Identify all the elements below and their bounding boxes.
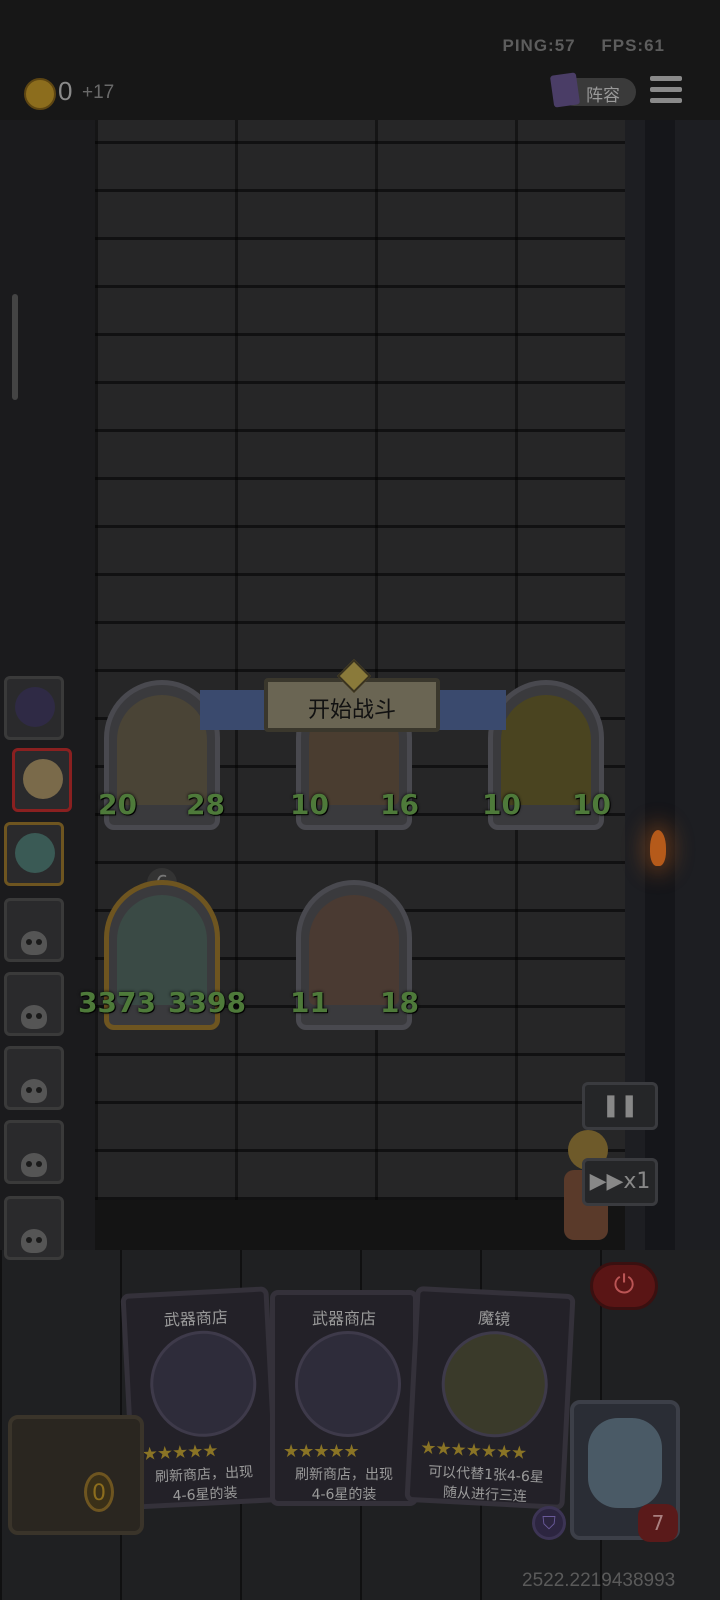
enemy-unit-1-health: 28: [186, 788, 225, 821]
network-status: PING:57 FPS:61: [482, 36, 665, 56]
shop-card-image: [439, 1328, 551, 1440]
shop-card-description: 刷新商店，出现 4-6星的装: [154, 1464, 254, 1505]
shop-card-3[interactable]: 魔镜 ★★★★★★★ 可以代替1张4-6星 随从进行三连: [404, 1285, 576, 1511]
shop-card-title: 武器商店: [163, 1307, 229, 1330]
speed-button[interactable]: ▶▶x1: [582, 1158, 658, 1206]
roster-item-opponent-7[interactable]: [4, 1120, 64, 1184]
gold-count: 0: [58, 76, 73, 106]
star-rating: ★★★★★: [283, 1441, 360, 1462]
armor-shield-icon: ⛉: [532, 1506, 566, 1540]
enemy-unit-2-attack: 10: [290, 788, 329, 821]
roster-item-opponent-3[interactable]: [4, 822, 64, 886]
scrollbar[interactable]: [12, 294, 18, 400]
skull-icon: [21, 1229, 47, 1253]
skull-icon: [21, 1079, 47, 1103]
skull-icon: [21, 1005, 47, 1029]
fps-label: FPS:61: [601, 36, 665, 55]
dungeon-wall: [95, 120, 625, 1200]
chest-icon[interactable]: [8, 1415, 144, 1535]
roster-item-opponent-8[interactable]: [4, 1196, 64, 1260]
shop-card-1[interactable]: 武器商店 ★★★★★ 刷新商店，出现 4-6星的装: [120, 1286, 280, 1510]
shop-card-image: [147, 1328, 259, 1440]
enemy-unit-3-attack: 10: [482, 788, 521, 821]
power-icon: ⏻: [613, 1270, 635, 1300]
roster-item-opponent-5[interactable]: [4, 972, 64, 1036]
enemy-unit-1-attack: 20: [98, 788, 137, 821]
pause-button[interactable]: ❚❚: [582, 1082, 658, 1130]
lineup-button[interactable]: 阵容: [549, 72, 636, 108]
roster-item-opponent-1[interactable]: [4, 676, 64, 740]
shop-card-image: [295, 1331, 401, 1437]
banner-ribbon-right: [436, 690, 506, 730]
skull-icon: [21, 931, 47, 955]
enemy-unit-3-health: 10: [572, 788, 611, 821]
book-icon: [549, 72, 581, 108]
roster-item-opponent-6[interactable]: [4, 1046, 64, 1110]
shop-card-description: 刷新商店，出现 4-6星的装: [295, 1467, 393, 1503]
roster-item-opponent-2[interactable]: [12, 748, 72, 812]
player-unit-1-health: 3398: [168, 986, 246, 1019]
enemy-unit-2-health: 16: [380, 788, 419, 821]
shop-card-title: 武器商店: [311, 1309, 376, 1328]
fishman-icon: [15, 833, 55, 873]
shop-card-2[interactable]: 武器商店 ★★★★★ 刷新商店，出现 4-6星的装: [270, 1290, 418, 1506]
pause-icon: ❚❚: [601, 1093, 639, 1118]
lineup-label: 阵容: [586, 86, 620, 106]
hero-health: 7: [638, 1504, 678, 1542]
roster-item-opponent-4[interactable]: [4, 898, 64, 962]
shop-card-description: 可以代替1张4-6星 随从进行三连: [427, 1463, 545, 1506]
blonde-hero-icon: [23, 759, 63, 799]
player-unit-2-health: 18: [380, 986, 419, 1019]
start-battle-label: 开始战斗: [307, 698, 396, 723]
player-unit-1-attack: 3373: [78, 986, 156, 1019]
skull-icon: [21, 1153, 47, 1177]
gold-coin-icon: [24, 78, 56, 110]
player-unit-2-attack: 11: [290, 986, 329, 1019]
star-rating: ★★★★★: [141, 1440, 219, 1466]
gold-increment: +17: [82, 82, 115, 103]
menu-icon[interactable]: [650, 76, 682, 106]
star-rating: ★★★★★★★: [419, 1437, 527, 1464]
player-uid: 2522.2219438993: [522, 1570, 676, 1591]
hooded-figure-icon: [15, 687, 55, 727]
chest-count: 0: [84, 1472, 114, 1512]
banner-ribbon-left: [200, 690, 270, 730]
torch-icon: [650, 830, 666, 866]
ping-label: PING:57: [502, 36, 576, 55]
shop-card-title: 魔镜: [477, 1308, 511, 1329]
power-button[interactable]: ⏻: [590, 1262, 658, 1310]
speed-label: ▶▶x1: [589, 1169, 651, 1194]
